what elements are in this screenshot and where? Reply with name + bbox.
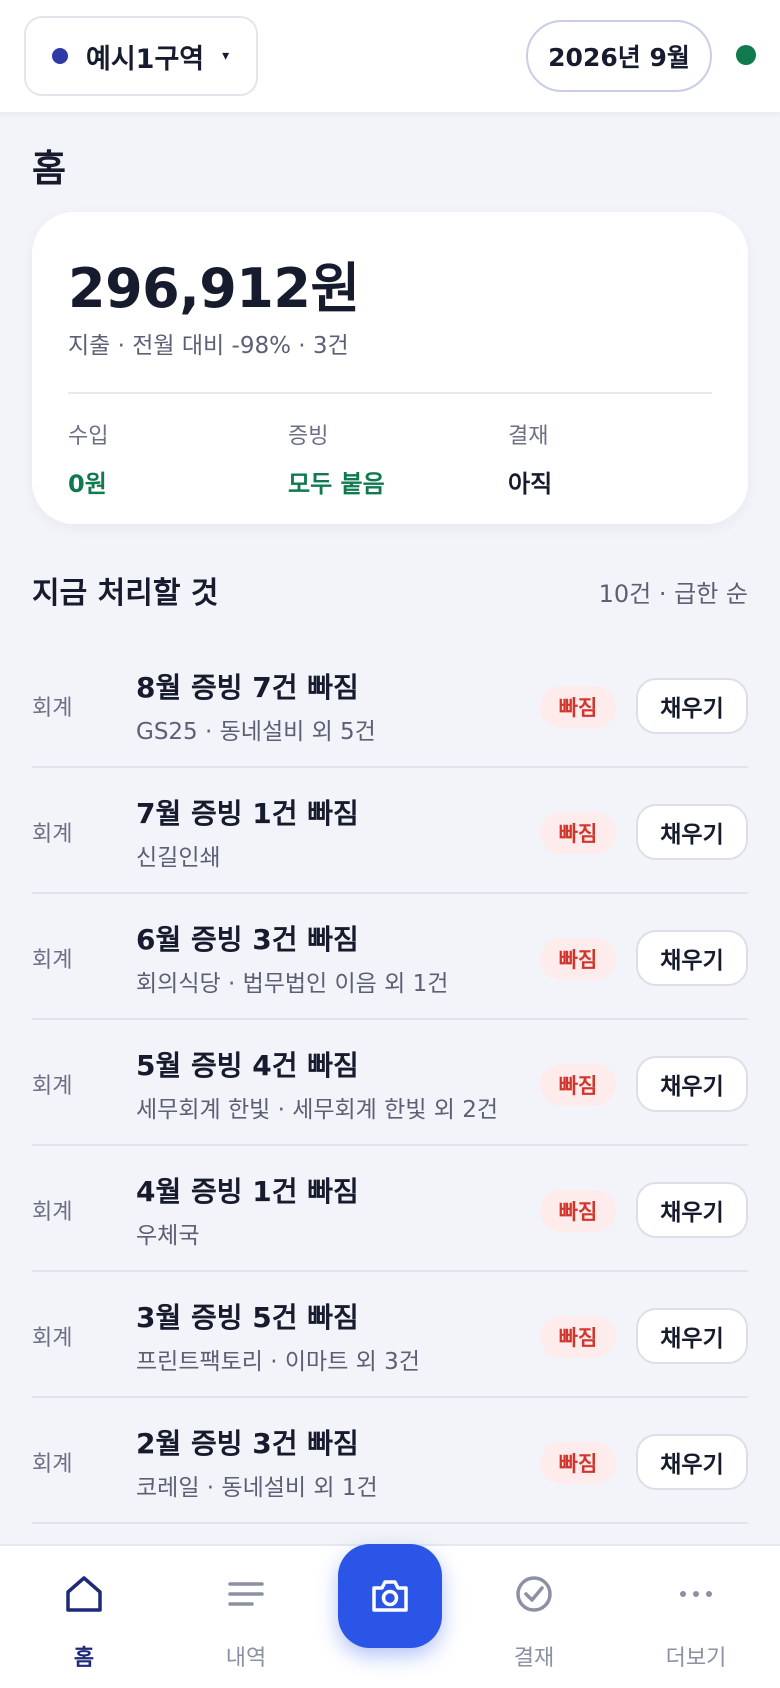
missing-badge: 빠짐 (540, 938, 616, 980)
stat-evidence: 증빙 모두 붙음 (288, 418, 385, 499)
fill-button[interactable]: 채우기 (636, 1434, 748, 1490)
task-title: 2월 증빙 3건 빠짐 (136, 1427, 359, 1460)
stat-label: 수입 (68, 424, 109, 449)
missing-badge: 빠짐 (540, 1442, 616, 1484)
task-subtitle: 회의식당 · 법무법인 이음 외 1건 (136, 971, 449, 997)
task-title: 4월 증빙 1건 빠짐 (136, 1175, 359, 1208)
missing-badge: 빠짐 (540, 1190, 616, 1232)
top-bar: 예시1구역 ▾ 2026년 9월 (0, 0, 780, 112)
task-category: 회계 (32, 822, 73, 847)
nav-label: 결재 (513, 1646, 555, 1671)
stat-label: 결재 (508, 424, 549, 449)
fill-button[interactable]: 채우기 (636, 804, 748, 860)
task-category: 회계 (32, 1452, 73, 1477)
nav-item-home[interactable]: 홈 (24, 1546, 144, 1688)
task-subtitle: GS25 · 동네설비 외 5건 (136, 719, 376, 745)
task-title: 5월 증빙 4건 빠짐 (136, 1049, 359, 1082)
task-subtitle: 세무회계 한빛 · 세무회계 한빛 외 2건 (136, 1097, 499, 1123)
nav-item-approval[interactable]: 결재 (474, 1546, 594, 1688)
section-meta[interactable]: 10건 · 급한 순 (599, 574, 748, 609)
task-category: 회계 (32, 696, 73, 721)
fill-button[interactable]: 채우기 (636, 1056, 748, 1112)
chevron-down-icon: ▾ (222, 48, 230, 64)
nav-label: 내역 (225, 1646, 267, 1671)
list-icon (228, 1582, 264, 1606)
stat-value: 모두 붙음 (288, 470, 385, 498)
nav-label: 더보기 (665, 1646, 727, 1671)
task-title: 8월 증빙 7건 빠짐 (136, 671, 359, 704)
nav-item-history[interactable]: 내역 (186, 1546, 306, 1688)
task-category: 회계 (32, 1326, 73, 1351)
missing-badge: 빠짐 (540, 1316, 616, 1358)
fill-button[interactable]: 채우기 (636, 1182, 748, 1238)
nav-label: 홈 (73, 1646, 95, 1671)
task-row[interactable]: 회계 3월 증빙 5건 빠짐 프린트팩토리 · 이마트 외 3건 빠짐 채우기 (32, 1272, 748, 1398)
stat-label: 증빙 (288, 424, 329, 449)
task-category: 회계 (32, 948, 73, 973)
area-selector[interactable]: 예시1구역 ▾ (24, 16, 258, 96)
fill-button[interactable]: 채우기 (636, 930, 748, 986)
area-color-dot (52, 48, 68, 64)
task-row[interactable]: 회계 5월 증빙 4건 빠짐 세무회계 한빛 · 세무회계 한빛 외 2건 빠짐… (32, 1020, 748, 1146)
status-indicator (736, 45, 756, 65)
task-row[interactable]: 회계 6월 증빙 3건 빠짐 회의식당 · 법무법인 이음 외 1건 빠짐 채우… (32, 894, 748, 1020)
stat-income: 수입 0원 (68, 418, 108, 499)
task-title: 6월 증빙 3건 빠짐 (136, 923, 359, 956)
task-row[interactable]: 회계 7월 증빙 1건 빠짐 신길인쇄 빠짐 채우기 (32, 768, 748, 894)
check-circle-icon (516, 1576, 552, 1612)
task-title: 7월 증빙 1건 빠짐 (136, 797, 359, 830)
stat-value: 0원 (68, 470, 107, 498)
task-subtitle: 코레일 · 동네설비 외 1건 (136, 1475, 378, 1501)
section-title: 지금 처리할 것 (32, 576, 219, 611)
task-list: 회계 8월 증빙 7건 빠짐 GS25 · 동네설비 외 5건 빠짐 채우기 회… (32, 642, 748, 1524)
total-amount: 296,912원 (68, 257, 360, 320)
task-title: 3월 증빙 5건 빠짐 (136, 1301, 359, 1334)
home-icon (66, 1576, 102, 1612)
month-selector[interactable]: 2026년 9월 (526, 20, 712, 92)
page-title: 홈 (32, 147, 67, 190)
missing-badge: 빠짐 (540, 812, 616, 854)
task-category: 회계 (32, 1200, 73, 1225)
camera-icon (372, 1580, 408, 1612)
missing-badge: 빠짐 (540, 1064, 616, 1106)
fill-button[interactable]: 채우기 (636, 1308, 748, 1364)
camera-button[interactable] (338, 1544, 442, 1648)
more-dots-icon (680, 1591, 712, 1597)
task-row[interactable]: 회계 2월 증빙 3건 빠짐 코레일 · 동네설비 외 1건 빠짐 채우기 (32, 1398, 748, 1524)
task-subtitle: 신길인쇄 (136, 845, 221, 871)
task-category: 회계 (32, 1074, 73, 1099)
missing-badge: 빠짐 (540, 686, 616, 728)
summary-card[interactable]: 296,912원 지출 · 전월 대비 -98% · 3건 수입 0원 증빙 모… (32, 212, 748, 524)
task-row[interactable]: 회계 4월 증빙 1건 빠짐 우체국 빠짐 채우기 (32, 1146, 748, 1272)
task-subtitle: 프린트팩토리 · 이마트 외 3건 (136, 1349, 420, 1375)
stat-value: 아직 (508, 470, 553, 498)
stat-approval: 결재 아직 (508, 418, 552, 499)
amount-subtitle: 지출 · 전월 대비 -98% · 3건 (68, 333, 349, 359)
fill-button[interactable]: 채우기 (636, 678, 748, 734)
divider (68, 392, 712, 394)
nav-item-more[interactable]: 더보기 (636, 1546, 756, 1688)
task-row[interactable]: 회계 8월 증빙 7건 빠짐 GS25 · 동네설비 외 5건 빠짐 채우기 (32, 642, 748, 768)
task-subtitle: 우체국 (136, 1223, 200, 1249)
area-name: 예시1구역 (86, 43, 205, 75)
